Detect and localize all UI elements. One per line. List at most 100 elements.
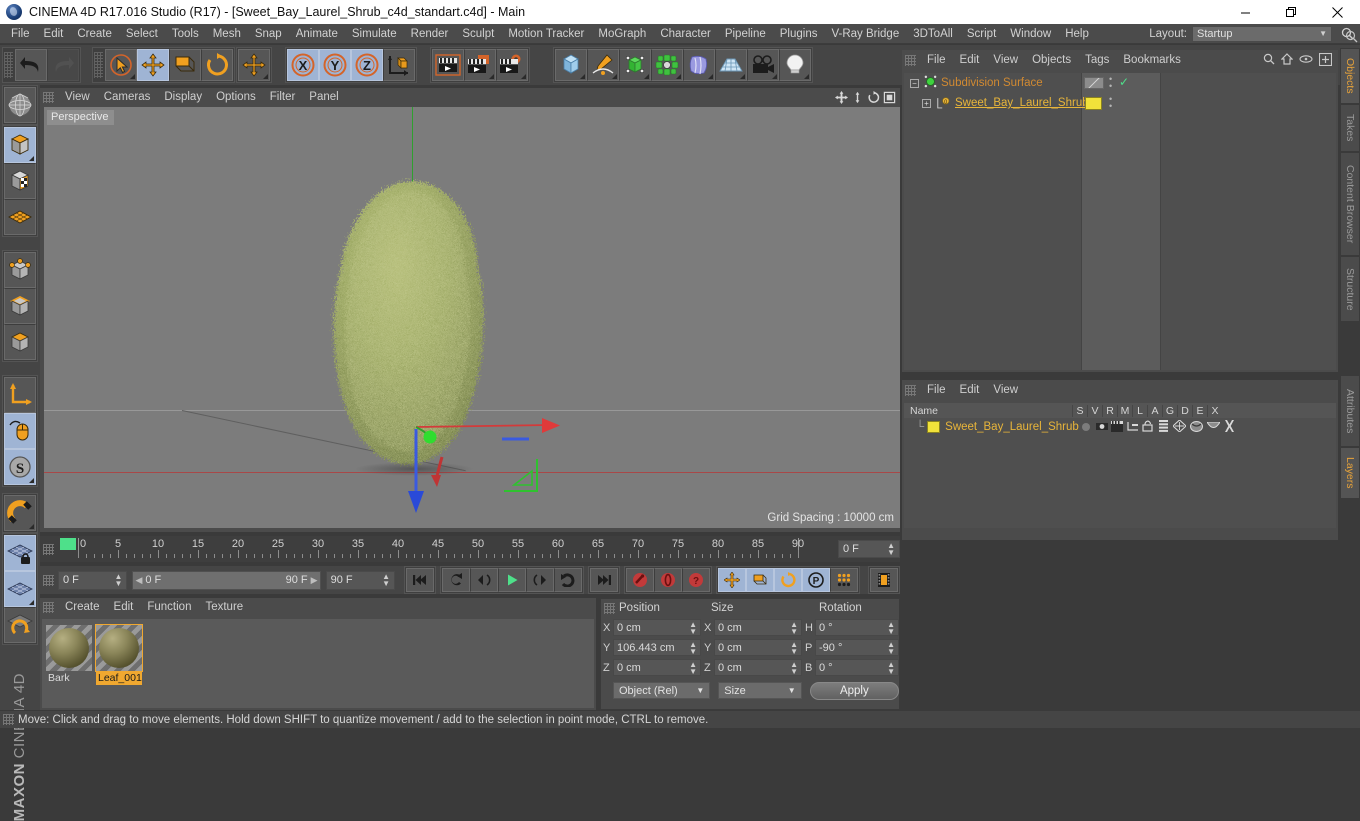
lock-workplane-button[interactable] <box>4 535 36 571</box>
layer-row-sweet-bay-laurel-shrub[interactable]: └ Sweet_Bay_Laurel_Shrub <box>904 418 1336 435</box>
expand-collapse-icon[interactable]: − <box>910 78 919 88</box>
object-menu-bookmarks[interactable]: Bookmarks <box>1116 51 1188 70</box>
render-view-button[interactable] <box>432 49 464 81</box>
autokeying-button[interactable] <box>654 568 683 592</box>
object-menu-edit[interactable]: Edit <box>953 51 987 70</box>
position-x-field[interactable]: 0 cm ▲ ▼ <box>613 619 701 636</box>
stepper-arrows-icon[interactable]: ▲ ▼ <box>887 660 895 675</box>
move-tool-secondary[interactable] <box>238 49 270 81</box>
menu-animate[interactable]: Animate <box>289 24 345 44</box>
rotate-view-icon[interactable] <box>867 91 880 107</box>
layer-col-s[interactable]: S <box>1072 404 1087 417</box>
menu-script[interactable]: Script <box>960 24 1003 44</box>
undo-button[interactable] <box>15 49 47 81</box>
stepper-arrows-icon[interactable]: ▲ ▼ <box>887 640 895 655</box>
magnet-button[interactable] <box>4 495 36 531</box>
material-menu-create[interactable]: Create <box>58 598 107 617</box>
stepper-arrows-icon[interactable]: ▲ ▼ <box>887 542 895 557</box>
size-mode-dropdown[interactable]: Size ▼ <box>718 682 802 699</box>
position-y-field[interactable]: 106.443 cm ▲ ▼ <box>613 639 701 656</box>
menu-help[interactable]: Help <box>1058 24 1096 44</box>
panel-grip[interactable] <box>905 55 916 66</box>
object-menu-view[interactable]: View <box>986 51 1025 70</box>
search-icon[interactable] <box>1263 53 1275 68</box>
layer-col-e[interactable]: E <box>1192 404 1207 417</box>
tab-layers[interactable]: Layers <box>1340 447 1360 499</box>
menu-render[interactable]: Render <box>404 24 456 44</box>
move-view-icon[interactable] <box>835 91 848 107</box>
menu-select[interactable]: Select <box>119 24 165 44</box>
enabled-check-icon[interactable]: ✓ <box>1119 75 1129 89</box>
menu-character[interactable]: Character <box>653 24 718 44</box>
panel-grip[interactable] <box>43 92 54 103</box>
display-tag-icon[interactable] <box>1084 77 1104 89</box>
next-frame-button[interactable] <box>526 568 555 592</box>
current-frame-field[interactable]: 0 F ▲ ▼ <box>838 540 900 558</box>
pan-view-icon[interactable] <box>851 91 864 107</box>
timeline-icon[interactable] <box>870 568 899 592</box>
menu-motion-tracker[interactable]: Motion Tracker <box>501 24 591 44</box>
menu-snap[interactable]: Snap <box>248 24 289 44</box>
keyframe-selection-button[interactable]: ? <box>682 568 711 592</box>
eye-icon[interactable] <box>1299 54 1313 67</box>
layer-col-a[interactable]: A <box>1147 404 1162 417</box>
mograph-button[interactable] <box>651 49 683 81</box>
move-tool[interactable] <box>137 49 169 81</box>
viewport-menu-options[interactable]: Options <box>209 88 263 107</box>
animation-icon[interactable] <box>1159 420 1168 435</box>
position-key-toggle[interactable] <box>718 568 747 592</box>
polygons-mode-button[interactable] <box>4 324 36 360</box>
rotation-key-toggle[interactable] <box>774 568 803 592</box>
axis-x-toggle[interactable]: X <box>287 49 319 81</box>
menu-window[interactable]: Window <box>1003 24 1058 44</box>
menu-3dtoall[interactable]: 3DToAll <box>906 24 960 44</box>
live-selection-tool[interactable] <box>105 49 137 81</box>
size-x-field[interactable]: 0 cm ▲ ▼ <box>714 619 802 636</box>
menu-create[interactable]: Create <box>70 24 119 44</box>
layer-menu-view[interactable]: View <box>986 381 1025 400</box>
xpresso-icon[interactable] <box>1224 420 1235 435</box>
tab-attributes[interactable]: Attributes <box>1340 375 1360 447</box>
snapping-button[interactable]: S <box>4 449 36 485</box>
panel-grip[interactable] <box>3 714 14 725</box>
menu-pipeline[interactable]: Pipeline <box>718 24 773 44</box>
render-settings-button[interactable] <box>496 49 528 81</box>
range-right-arrow-icon[interactable]: ▶ <box>311 575 318 586</box>
rotation-b-field[interactable]: 0 ° ▲ ▼ <box>815 659 899 676</box>
move-gizmo[interactable] <box>374 387 564 517</box>
axis-y-toggle[interactable]: Y <box>319 49 351 81</box>
layout-select[interactable]: Startup ▼ <box>1192 25 1332 42</box>
play-button[interactable] <box>498 568 527 592</box>
viewport-menu-filter[interactable]: Filter <box>263 88 303 107</box>
visible-eye-icon[interactable] <box>1096 421 1108 435</box>
lock-icon[interactable] <box>1142 420 1153 435</box>
menu-edit[interactable]: Edit <box>37 24 71 44</box>
timeline-ruler[interactable]: 0 5 10 15 20 25 30 35 40 45 50 55 60 65 70 75 80 85 90 <box>60 536 834 562</box>
expression-icon[interactable] <box>1206 421 1221 434</box>
viewport-menu-display[interactable]: Display <box>157 88 209 107</box>
play-backwards-button[interactable] <box>442 568 471 592</box>
menu-sculpt[interactable]: Sculpt <box>455 24 501 44</box>
rotation-h-field[interactable]: 0 ° ▲ ▼ <box>815 619 899 636</box>
object-menu-tags[interactable]: Tags <box>1078 51 1116 70</box>
tab-objects[interactable]: Objects <box>1340 48 1360 104</box>
material-menu-texture[interactable]: Texture <box>198 598 250 617</box>
layer-col-v[interactable]: V <box>1087 404 1102 417</box>
loop-button[interactable] <box>554 568 583 592</box>
layer-rows[interactable]: └ Sweet_Bay_Laurel_Shrub <box>904 418 1336 528</box>
deformer-button[interactable] <box>683 49 715 81</box>
stepper-arrows-icon[interactable]: ▲ ▼ <box>689 620 697 635</box>
menu-tools[interactable]: Tools <box>165 24 206 44</box>
viewport-menu-view[interactable]: View <box>58 88 97 107</box>
parameter-key-toggle[interactable]: P <box>802 568 831 592</box>
layer-col-m[interactable]: M <box>1117 404 1132 417</box>
layer-color-swatch[interactable] <box>927 420 941 433</box>
light-button[interactable] <box>779 49 811 81</box>
manager-tree-icon[interactable] <box>1127 421 1139 435</box>
menubar-search-icon[interactable] <box>1345 30 1358 44</box>
axis-modification-button[interactable] <box>4 377 36 413</box>
generator-icon[interactable] <box>1172 419 1187 435</box>
cube-primitive-button[interactable] <box>555 49 587 81</box>
current-frame-marker[interactable] <box>60 538 76 550</box>
max-frame-field[interactable]: 90 F ▲ ▼ <box>325 570 396 590</box>
